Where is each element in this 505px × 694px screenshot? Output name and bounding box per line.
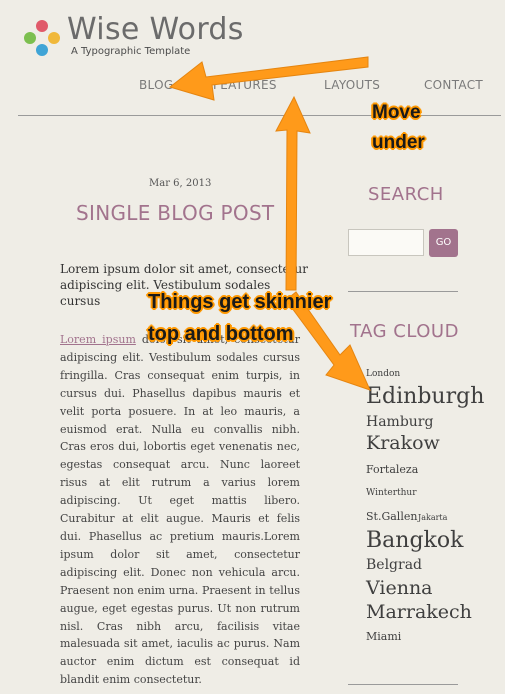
annotation-move-under-line2: under — [372, 132, 425, 153]
annotation-skinnier-line1: Things get skinnier — [148, 291, 332, 313]
annotation-skinnier: Things get skinnier top and bottom — [148, 286, 331, 350]
annotation-move-under: Move under — [372, 98, 425, 158]
arrow-to-features — [275, 95, 311, 291]
annotation-skinnier-line2: top and bottom — [148, 323, 294, 345]
annotation-move-under-line1: Move — [372, 102, 421, 123]
arrow-to-blog — [168, 56, 369, 101]
